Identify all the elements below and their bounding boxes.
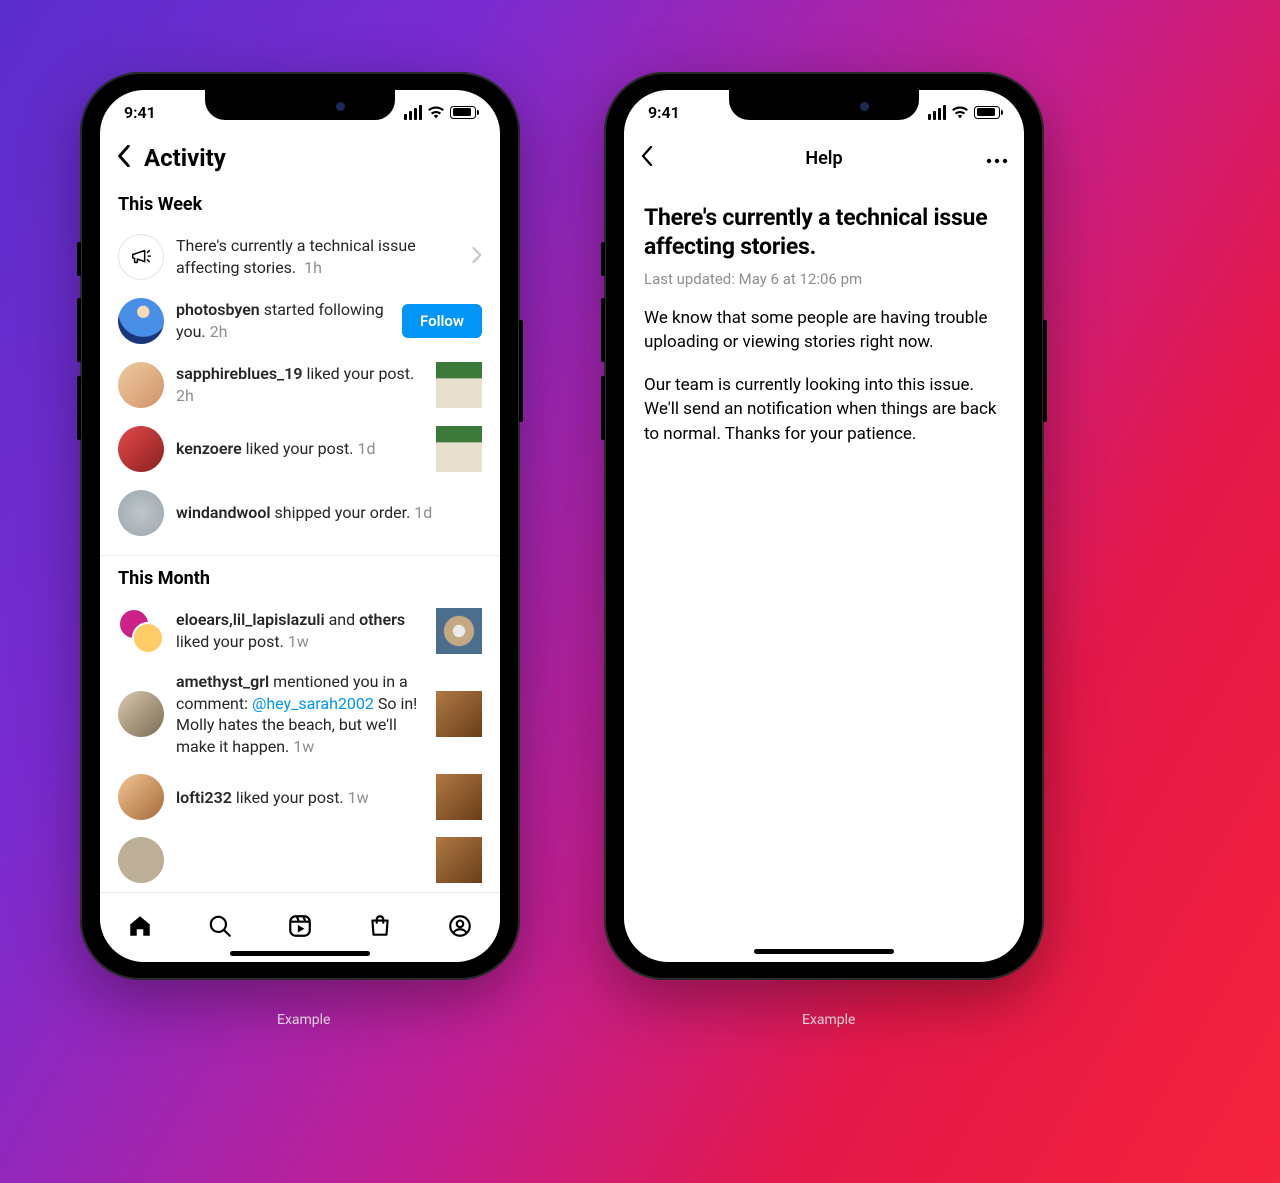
activity-order-row[interactable]: windandwool shipped your order. 1d [100, 481, 500, 545]
activity-action: liked your post. [232, 788, 344, 807]
section-header-month: This Month [100, 556, 500, 599]
activity-username[interactable]: kenzoere [176, 439, 242, 458]
activity-username[interactable]: windandwool [176, 503, 271, 522]
activity-username[interactable]: amethyst_grl [176, 672, 269, 691]
post-thumbnail[interactable] [436, 837, 482, 883]
activity-time: 1w [293, 737, 314, 756]
activity-username[interactable]: lofti232 [176, 788, 232, 807]
tab-home[interactable] [127, 913, 153, 943]
battery-icon [974, 106, 1000, 119]
page-title: Help [805, 148, 842, 169]
banner-time: 1h [304, 258, 322, 277]
technical-issue-banner[interactable]: There's currently a technical issue affe… [100, 225, 500, 289]
activity-time: 1w [288, 632, 309, 651]
activity-mention-row[interactable]: amethyst_grl mentioned you in a comment:… [100, 663, 500, 765]
chevron-left-icon [116, 145, 132, 167]
help-paragraph: We know that some people are having trou… [644, 306, 1004, 355]
status-time: 9:41 [648, 103, 680, 122]
wifi-icon [427, 105, 445, 119]
avatar[interactable] [118, 774, 164, 820]
avatar[interactable] [118, 691, 164, 737]
help-updated: Last updated: May 6 at 12:06 pm [644, 270, 1004, 288]
activity-others[interactable]: others [359, 610, 405, 629]
back-button[interactable] [116, 145, 144, 171]
activity-header: Activity [100, 134, 500, 182]
activity-time: 2h [176, 386, 194, 405]
avatar[interactable] [118, 298, 164, 344]
activity-username[interactable]: eloears,lil_lapislazuli [176, 610, 325, 629]
tab-shop[interactable] [367, 913, 393, 943]
activity-action: liked your post. [176, 632, 284, 651]
activity-time: 2h [210, 322, 228, 341]
help-header: Help [624, 134, 1024, 182]
cellular-icon [928, 105, 946, 120]
phone-help: 9:41 Help There's currently a technical … [604, 72, 1044, 980]
tab-profile[interactable] [447, 913, 473, 943]
status-time: 9:41 [124, 103, 156, 122]
megaphone-icon [118, 234, 164, 280]
help-content: There's currently a technical issue affe… [624, 182, 1024, 447]
chevron-right-icon [472, 247, 482, 267]
avatar[interactable] [118, 362, 164, 408]
profile-icon [447, 913, 473, 939]
follow-button[interactable]: Follow [402, 304, 482, 338]
search-icon [207, 913, 233, 939]
mention-link[interactable]: @hey_sarah2002 [252, 694, 374, 713]
activity-feed[interactable]: This Week There's currently a technical … [100, 182, 500, 962]
more-button[interactable] [986, 149, 1008, 168]
device-notch [729, 90, 919, 120]
tab-reels[interactable] [287, 913, 313, 943]
tab-bar [100, 892, 500, 962]
activity-like-row[interactable]: kenzoere liked your post. 1d [100, 417, 500, 481]
post-thumbnail[interactable] [436, 608, 482, 654]
activity-multilike-row[interactable]: eloears,lil_lapislazuli and others liked… [100, 599, 500, 663]
avatar-stack[interactable] [118, 608, 164, 654]
more-icon [986, 158, 1008, 164]
activity-time: 1d [357, 439, 375, 458]
activity-time: 1d [414, 503, 432, 522]
help-heading: There's currently a technical issue affe… [644, 204, 1004, 262]
activity-like-row[interactable]: lofti232 liked your post. 1w [100, 765, 500, 829]
activity-follow-row[interactable]: photosbyen started following you. 2h Fol… [100, 289, 500, 353]
activity-like-row[interactable]: sapphireblues_19 liked your post. 2h [100, 353, 500, 417]
caption-right: Example [802, 1012, 855, 1028]
post-thumbnail[interactable] [436, 774, 482, 820]
home-indicator [754, 949, 894, 954]
page-title: Activity [144, 144, 226, 172]
activity-action: liked your post. [302, 364, 414, 383]
activity-time: 1w [348, 788, 369, 807]
section-header-week: This Week [100, 182, 500, 225]
avatar[interactable] [118, 426, 164, 472]
chevron-left-icon [640, 146, 654, 166]
activity-username[interactable]: sapphireblues_19 [176, 364, 302, 383]
post-thumbnail[interactable] [436, 691, 482, 737]
activity-username[interactable]: photosbyen [176, 300, 260, 319]
phone-activity: 9:41 Activity This Week [80, 72, 520, 980]
post-thumbnail[interactable] [436, 426, 482, 472]
cellular-icon [404, 105, 422, 120]
activity-action: shipped your order. [271, 503, 411, 522]
help-paragraph: Our team is currently looking into this … [644, 373, 1004, 447]
avatar[interactable] [118, 490, 164, 536]
activity-action: liked your post. [242, 439, 354, 458]
caption-left: Example [277, 1012, 330, 1028]
post-thumbnail[interactable] [436, 362, 482, 408]
banner-text: There's currently a technical issue affe… [176, 236, 416, 277]
shop-icon [367, 913, 393, 939]
avatar[interactable] [118, 837, 164, 883]
tab-search[interactable] [207, 913, 233, 943]
reels-icon [287, 913, 313, 939]
back-button[interactable] [640, 146, 654, 170]
home-icon [127, 913, 153, 939]
wifi-icon [951, 105, 969, 119]
home-indicator [230, 951, 370, 956]
device-notch [205, 90, 395, 120]
battery-icon [450, 106, 476, 119]
